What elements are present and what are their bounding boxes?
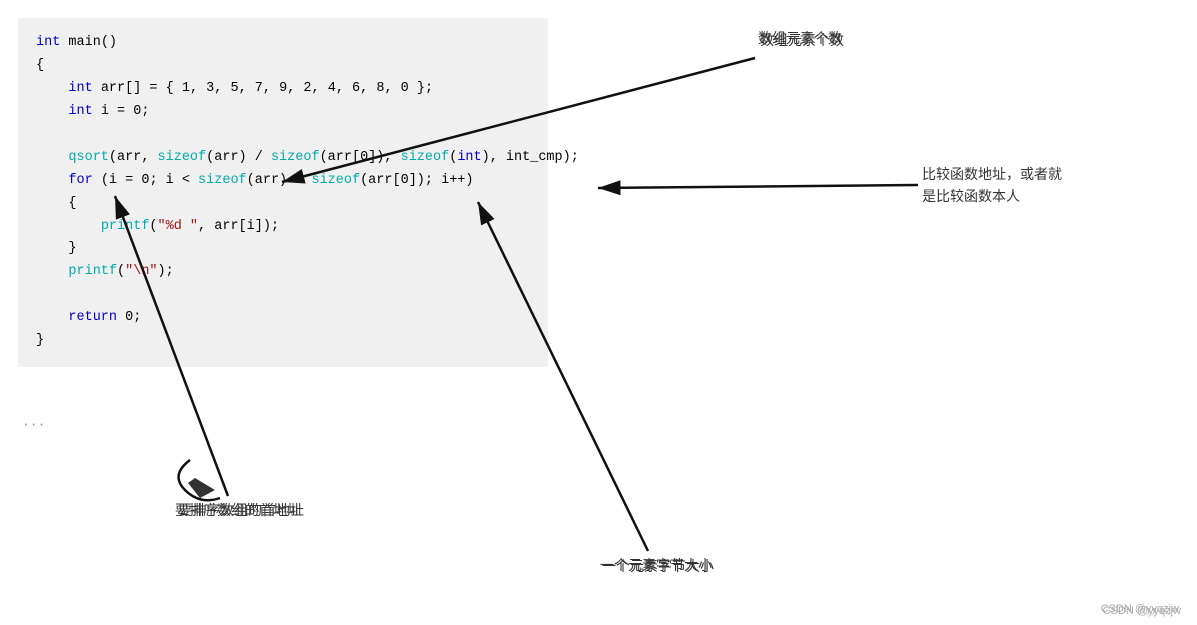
- code-line-7: for (i = 0; i < sizeof(arr) / sizeof(arr…: [36, 170, 530, 193]
- code-line-13: return 0;: [36, 307, 530, 330]
- label-element-size: 一个元素字节大小: [602, 556, 714, 576]
- code-line-9: printf("%d ", arr[i]);: [36, 216, 530, 239]
- code-line-2: {: [36, 55, 530, 78]
- code-line-12: [36, 284, 530, 307]
- code-line-11: printf("\n");: [36, 261, 530, 284]
- label-first-address: 要排序数组的首地址: [178, 500, 304, 520]
- code-line-3: int arr[] = { 1, 3, 5, 7, 9, 2, 4, 6, 8,…: [36, 78, 530, 101]
- code-line-6: qsort(arr, sizeof(arr) / sizeof(arr[0]),…: [36, 147, 530, 170]
- code-block: int main() { int arr[] = { 1, 3, 5, 7, 9…: [18, 18, 548, 367]
- watermark-text: CSDN @yyqzjw: [1103, 605, 1181, 617]
- code-line-14: }: [36, 330, 530, 353]
- code-line-8: {: [36, 193, 530, 216]
- code-line-1: int main(): [36, 32, 530, 55]
- code-dots: ···: [22, 417, 45, 432]
- label-compare-func: 比较函数地址，或者就是比较函数本人: [922, 163, 1062, 208]
- label-array-elements: 数组元素个数: [758, 28, 842, 48]
- code-line-5: [36, 124, 530, 147]
- code-line-10: }: [36, 238, 530, 261]
- code-line-4: int i = 0;: [36, 101, 530, 124]
